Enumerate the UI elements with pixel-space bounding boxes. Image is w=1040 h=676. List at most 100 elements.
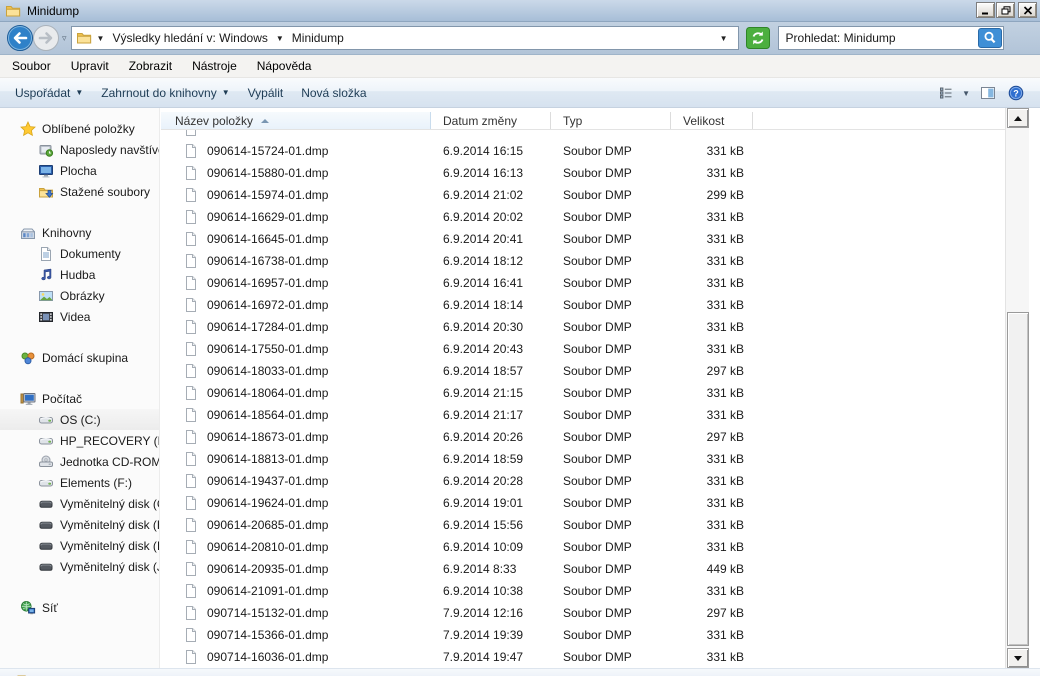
file-icon — [183, 649, 199, 665]
table-row[interactable]: 090614-17284-01.dmp 6.9.2014 20:30 Soubo… — [161, 316, 1005, 338]
titlebar[interactable]: Minidump — [0, 0, 1040, 22]
help-icon[interactable]: ? — [1006, 84, 1026, 102]
sidebar-item[interactable]: OS (C:) — [0, 409, 159, 430]
breadcrumb-scope[interactable]: Výsledky hledání v: Windows — [109, 27, 270, 49]
address-history-dropdown-icon[interactable]: ▼ — [714, 34, 734, 43]
sidebar-item[interactable]: Elements (F:) — [0, 472, 159, 493]
sidebar-item[interactable]: Obrázky — [0, 285, 159, 306]
sidebar-item[interactable]: Počítač — [0, 388, 159, 409]
search-input[interactable] — [780, 28, 978, 48]
menu-edit[interactable]: Upravit — [61, 55, 119, 77]
table-row[interactable]: 090614-18064-01.dmp 6.9.2014 21:15 Soubo… — [161, 382, 1005, 404]
file-type: Soubor DMP — [551, 298, 671, 312]
table-row[interactable]: 090614-20810-01.dmp 6.9.2014 10:09 Soubo… — [161, 536, 1005, 558]
file-name-cell: 090614-15974-01.dmp — [161, 187, 431, 203]
menu-help[interactable]: Nápověda — [247, 55, 322, 77]
sidebar-item[interactable]: HP_RECOVERY (D:) — [0, 430, 159, 451]
sidebar-item[interactable]: Plocha — [0, 160, 159, 181]
table-row[interactable]: 090614-17550-01.dmp 6.9.2014 20:43 Soubo… — [161, 338, 1005, 360]
scroll-up-button[interactable] — [1007, 108, 1029, 128]
file-size: 331 kB — [671, 144, 753, 158]
scroll-down-button[interactable] — [1007, 648, 1029, 668]
videos-icon — [38, 309, 54, 325]
sidebar-item[interactable]: Stažené soubory — [0, 181, 159, 202]
column-header-filler — [753, 112, 1005, 129]
recent-pages-chevron[interactable]: ▿ — [62, 33, 67, 44]
table-row[interactable]: 090614-16738-01.dmp 6.9.2014 18:12 Soubo… — [161, 250, 1005, 272]
menu-file[interactable]: Soubor — [2, 55, 61, 77]
table-row[interactable]: 090614-19437-01.dmp 6.9.2014 20:28 Soubo… — [161, 470, 1005, 492]
table-row[interactable]: 090714-16036-01.dmp 7.9.2014 19:47 Soubo… — [161, 646, 1005, 668]
sidebar-item[interactable]: Vyměnitelný disk (I:) — [0, 535, 159, 556]
search-box[interactable] — [778, 26, 1004, 50]
sidebar-item[interactable]: Videa — [0, 306, 159, 327]
table-row[interactable]: 090614-15880-01.dmp 6.9.2014 16:13 Soubo… — [161, 162, 1005, 184]
table-row[interactable]: 090614-16629-01.dmp 6.9.2014 20:02 Soubo… — [161, 206, 1005, 228]
table-row[interactable]: 090614-20935-01.dmp 6.9.2014 8:33 Soubor… — [161, 558, 1005, 580]
new-folder-button[interactable]: Nová složka — [292, 81, 375, 105]
table-row[interactable]: 090614-18564-01.dmp 6.9.2014 21:17 Soubo… — [161, 404, 1005, 426]
sidebar-item[interactable]: Vyměnitelný disk (J:) — [0, 556, 159, 577]
column-header-size[interactable]: Velikost — [671, 112, 753, 129]
refresh-button[interactable] — [746, 27, 770, 49]
menu-view[interactable]: Zobrazit — [119, 55, 182, 77]
file-type: Soubor DMP — [551, 628, 671, 642]
views-icon[interactable] — [936, 84, 956, 102]
restore-button[interactable] — [996, 2, 1015, 18]
address-bar[interactable]: ▼ Výsledky hledání v: Windows ▼ Minidump… — [71, 26, 739, 50]
explorer-window: Minidump ▿ ▼ Výsledky hledání v: Windows… — [0, 0, 1040, 676]
table-row[interactable]: 090614-15724-01.dmp 6.9.2014 16:15 Soubo… — [161, 140, 1005, 162]
table-row[interactable]: 090614-16645-01.dmp 6.9.2014 20:41 Soubo… — [161, 228, 1005, 250]
file-date: 6.9.2014 20:30 — [431, 320, 551, 334]
table-row[interactable]: 090614-18033-01.dmp 6.9.2014 18:57 Soubo… — [161, 360, 1005, 382]
table-row[interactable]: 090614-18813-01.dmp 6.9.2014 18:59 Soubo… — [161, 448, 1005, 470]
menu-tools[interactable]: Nástroje — [182, 55, 247, 77]
search-icon[interactable] — [978, 28, 1002, 48]
back-button[interactable] — [6, 24, 34, 52]
table-row[interactable]: 090614-21091-01.dmp 6.9.2014 10:38 Soubo… — [161, 580, 1005, 602]
file-name-cell: 090614-21091-01.dmp — [161, 583, 431, 599]
table-row[interactable]: 090614-18673-01.dmp 6.9.2014 20:26 Soubo… — [161, 426, 1005, 448]
scrollbar-thumb[interactable] — [1007, 312, 1029, 646]
preview-pane-icon[interactable] — [978, 84, 998, 102]
table-row[interactable]: 090614-20685-01.dmp 6.9.2014 15:56 Soubo… — [161, 514, 1005, 536]
file-size: 331 kB — [671, 540, 753, 554]
sidebar-item[interactable]: Naposledy navštívené — [0, 139, 159, 160]
burn-button[interactable]: Vypálit — [239, 81, 293, 105]
file-name-cell: 090614-18673-01.dmp — [161, 429, 431, 445]
sidebar-item[interactable]: Domácí skupina — [0, 347, 159, 368]
breadcrumb-current[interactable]: Minidump — [289, 27, 347, 49]
column-header-type[interactable]: Typ — [551, 112, 671, 129]
close-button[interactable] — [1018, 2, 1037, 18]
sidebar-item[interactable]: Dokumenty — [0, 243, 159, 264]
sort-ascending-icon — [261, 119, 269, 123]
command-bar: Uspořádat▼ Zahrnout do knihovny▼ Vypálit… — [0, 78, 1040, 108]
file-name: 090614-16972-01.dmp — [207, 298, 328, 312]
table-row[interactable]: 090714-15132-01.dmp 7.9.2014 12:16 Soubo… — [161, 602, 1005, 624]
column-header-name[interactable]: Název položky — [161, 112, 431, 129]
forward-button[interactable] — [32, 24, 60, 52]
minimize-button[interactable] — [976, 2, 995, 18]
sidebar-item[interactable]: Oblíbené položky — [0, 118, 159, 139]
breadcrumb-separator-icon[interactable]: ▼ — [271, 34, 289, 43]
file-size: 331 kB — [671, 650, 753, 664]
file-type: Soubor DMP — [551, 430, 671, 444]
views-dropdown-icon[interactable]: ▼ — [962, 89, 970, 98]
table-row[interactable]: 090614-15974-01.dmp 6.9.2014 21:02 Soubo… — [161, 184, 1005, 206]
breadcrumb-dropdown-icon[interactable]: ▼ — [92, 34, 110, 43]
table-row[interactable]: 090614-16957-01.dmp 6.9.2014 16:41 Soubo… — [161, 272, 1005, 294]
table-row[interactable]: 090714-15366-01.dmp 7.9.2014 19:39 Soubo… — [161, 624, 1005, 646]
sidebar-item[interactable]: Jednotka CD-ROM (E:) — [0, 451, 159, 472]
column-header-date[interactable]: Datum změny — [431, 112, 551, 129]
sidebar-item[interactable]: Hudba — [0, 264, 159, 285]
file-type: Soubor DMP — [551, 408, 671, 422]
organize-button[interactable]: Uspořádat▼ — [6, 81, 92, 105]
include-in-library-button[interactable]: Zahrnout do knihovny▼ — [92, 81, 238, 105]
vertical-scrollbar[interactable] — [1005, 108, 1029, 668]
sidebar-item[interactable]: Vyměnitelný disk (G:) — [0, 493, 159, 514]
sidebar-item[interactable]: Vyměnitelný disk (H:) — [0, 514, 159, 535]
sidebar-item[interactable]: Knihovny — [0, 222, 159, 243]
table-row[interactable]: 090614-16972-01.dmp 6.9.2014 18:14 Soubo… — [161, 294, 1005, 316]
table-row[interactable]: 090614-19624-01.dmp 6.9.2014 19:01 Soubo… — [161, 492, 1005, 514]
sidebar-item[interactable]: Síť — [0, 597, 159, 618]
